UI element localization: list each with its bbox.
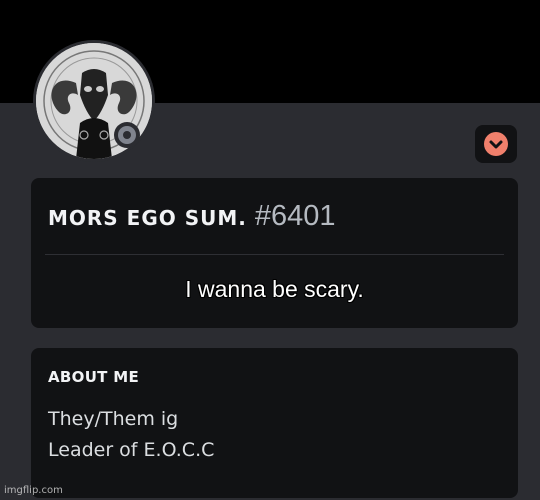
custom-status-text: I wanna be scary. [185,276,364,302]
nitro-badge-circle [484,132,508,156]
discriminator: #6401 [254,200,336,232]
about-me-section: ABOUT ME They/Them ig Leader of E.O.C.C [31,348,518,498]
about-me-line: They/Them ig [48,408,179,430]
about-me-line: Leader of E.O.C.C [48,439,215,461]
display-name[interactable]: MORS EGO SUM. [48,206,247,230]
username-row: MORS EGO SUM. #6401 [48,200,336,240]
nitro-badge-button[interactable] [475,125,517,163]
user-info-panel: MORS EGO SUM. #6401 I wanna be scary. [31,178,518,328]
about-me-heading: ABOUT ME [48,368,140,386]
status-indicator [114,122,140,148]
divider [45,254,504,255]
offline-status-icon [118,126,136,144]
chevron-down-icon [489,140,503,149]
watermark: imgflip.com [4,485,63,496]
